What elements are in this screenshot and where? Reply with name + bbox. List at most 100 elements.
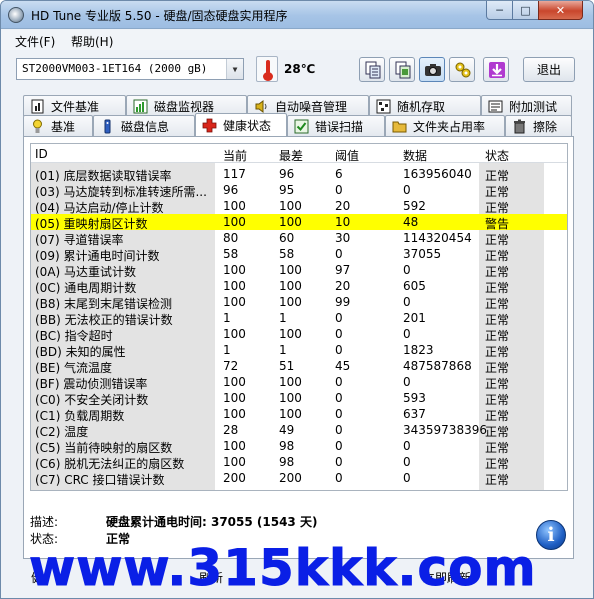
info-icon[interactable]: i	[536, 520, 566, 550]
cell-threshold: 6	[335, 167, 343, 181]
table-row[interactable]: (09) 累计通电时间计数 58 58 0 37055 正常	[31, 246, 567, 263]
table-row[interactable]: (B8) 末尾到末尾错误检测 100 100 99 0 正常	[31, 294, 567, 311]
menu-file[interactable]: 文件(F)	[15, 33, 55, 50]
table-row[interactable]: (C1) 负载周期数 100 100 0 637 正常	[31, 406, 567, 423]
cell-worst: 100	[279, 215, 302, 229]
cell-worst: 1	[279, 311, 287, 325]
cell-threshold: 0	[335, 439, 343, 453]
error-scan-icon	[294, 119, 309, 134]
header-id[interactable]: ID	[35, 147, 48, 161]
cell-data: 48	[403, 215, 419, 229]
drive-select[interactable]: ST2000VM003-1ET164 (2000 gB) ▼	[16, 58, 244, 80]
maximize-button[interactable]: □	[512, 1, 539, 20]
tab-label: 文件夹占用率	[413, 119, 486, 134]
cell-worst: 51	[279, 359, 295, 373]
cell-worst: 100	[279, 279, 302, 293]
app-window: HD Tune 专业版 5.50 - 硬盘/固态硬盘实用程序 ─ □ ✕ 文件(…	[0, 0, 594, 599]
tab-label: 文件基准	[51, 99, 100, 114]
cell-threshold: 0	[335, 391, 343, 405]
cell-current: 100	[223, 455, 246, 469]
tab-benchmark[interactable]: 基准	[23, 115, 93, 136]
table-row-warning[interactable]: (05) 重映射扇区计数 100 100 10 48 警告	[31, 214, 567, 231]
health-panel: ID 当前 最差 阈值 数据 状态 (01) 底层数据读取错误率 117 96 6 16…	[23, 136, 574, 559]
cell-worst: 100	[279, 327, 302, 341]
cell-data: 0	[403, 439, 411, 453]
temperature-readout: 28℃	[284, 62, 316, 76]
minimize-button[interactable]: ─	[486, 1, 513, 20]
title-bar: HD Tune 专业版 5.50 - 硬盘/固态硬盘实用程序 ─ □ ✕	[1, 1, 593, 29]
tab-extra-tests[interactable]: 附加测试	[481, 95, 572, 116]
cell-worst: 1	[279, 343, 287, 357]
table-row[interactable]: (04) 马达启动/停止计数 100 100 20 592 正常	[31, 198, 567, 215]
table-row[interactable]: (C2) 温度 28 49 0 34359738396 正常	[31, 422, 567, 439]
table-row[interactable]: (C0) 不安全关闭计数 100 100 0 593 正常	[31, 390, 567, 407]
close-button[interactable]: ✕	[538, 1, 583, 20]
table-row[interactable]: (BE) 气流温度 72 51 45 487587868 正常	[31, 358, 567, 375]
table-row[interactable]: (C7) CRC 接口错误计数 200 200 0 0 正常	[31, 470, 567, 487]
tab-disk-info[interactable]: 磁盘信息	[93, 115, 195, 136]
cell-worst: 100	[279, 199, 302, 213]
tab-row-bottom: 基准 磁盘信息 健康状态 错误扫描 文件夹占用率 擦除	[23, 113, 572, 136]
cell-threshold: 0	[335, 183, 343, 197]
table-row[interactable]: (0A) 马达重试计数 100 100 97 0 正常	[31, 262, 567, 279]
cell-data: 201	[403, 311, 426, 325]
table-row[interactable]: (0C) 通电周期计数 100 100 20 605 正常	[31, 278, 567, 295]
cell-threshold: 97	[335, 263, 351, 277]
table-row[interactable]: (BF) 震动侦测错误率 100 100 0 0 正常	[31, 374, 567, 391]
cell-worst: 60	[279, 231, 295, 245]
screenshot-button[interactable]	[419, 57, 445, 82]
thermometer-icon	[256, 56, 278, 82]
table-row[interactable]: (07) 寻道错误率 80 60 30 114320454 正常	[31, 230, 567, 247]
cell-data: 0	[403, 183, 411, 197]
table-header: ID 当前 最差 阈值 数据 状态	[31, 144, 567, 163]
table-row[interactable]: (C6) 脱机无法纠正的扇区数 100 98 0 0 正常	[31, 454, 567, 471]
drive-select-value: ST2000VM003-1ET164 (2000 gB)	[22, 62, 208, 75]
options-button[interactable]	[449, 57, 475, 82]
exit-button[interactable]: 退出	[523, 57, 575, 82]
cell-data: 487587868	[403, 359, 472, 373]
tab-folder-usage[interactable]: 文件夹占用率	[385, 115, 505, 136]
tab-error-scan[interactable]: 错误扫描	[287, 115, 385, 136]
tab-label: 错误扫描	[315, 119, 364, 134]
table-row[interactable]: (BC) 指令超时 100 100 0 0 正常	[31, 326, 567, 343]
cell-threshold: 0	[335, 375, 343, 389]
copy-text-button[interactable]	[359, 57, 385, 82]
cell-threshold: 30	[335, 231, 351, 245]
cell-data: 637	[403, 407, 426, 421]
chevron-down-icon[interactable]: ▼	[226, 59, 243, 79]
extra-tests-icon	[488, 99, 503, 114]
table-row[interactable]: (01) 底层数据读取错误率 117 96 6 163956040 正常	[31, 166, 567, 183]
table-row[interactable]: (03) 马达旋转到标准转速所需... 96 95 0 0 正常	[31, 182, 567, 199]
cell-data: 0	[403, 263, 411, 277]
save-button[interactable]	[483, 57, 509, 82]
smart-table[interactable]: ID 当前 最差 阈值 数据 状态 (01) 底层数据读取错误率 117 96 6 16…	[30, 143, 568, 491]
header-current[interactable]: 当前	[223, 147, 247, 164]
tab-row-top: 文件基准 磁盘监视器 自动噪音管理 随机存取 附加测试	[23, 95, 572, 116]
menu-bar: 文件(F) 帮助(H)	[1, 30, 593, 50]
header-data[interactable]: 数据	[403, 147, 427, 164]
header-status[interactable]: 状态	[485, 147, 509, 164]
tab-label: 自动噪音管理	[275, 99, 348, 114]
cell-worst: 100	[279, 263, 302, 277]
tab-random-access[interactable]: 随机存取	[369, 95, 481, 116]
cell-current: 1	[223, 343, 231, 357]
tab-health[interactable]: 健康状态	[195, 113, 287, 136]
tab-label: 基准	[51, 119, 76, 134]
tab-erase[interactable]: 擦除	[505, 115, 572, 136]
copy-screen-button[interactable]	[389, 57, 415, 82]
cell-current: 80	[223, 231, 239, 245]
menu-help[interactable]: 帮助(H)	[71, 33, 113, 50]
header-worst[interactable]: 最差	[279, 147, 303, 164]
table-row[interactable]: (BD) 未知的属性 1 1 0 1823 正常	[31, 342, 567, 359]
copy-text-icon	[365, 61, 381, 79]
cell-current: 72	[223, 359, 239, 373]
cell-threshold: 0	[335, 311, 343, 325]
header-threshold[interactable]: 阈值	[335, 147, 359, 164]
cell-worst: 96	[279, 167, 295, 181]
cell-threshold: 0	[335, 247, 343, 261]
tab-file-benchmark[interactable]: 文件基准	[23, 95, 126, 116]
cell-data: 593	[403, 391, 426, 405]
table-row[interactable]: (BB) 无法校正的错误计数 1 1 0 201 正常	[31, 310, 567, 327]
table-row[interactable]: (C5) 当前待映射的扇区数 100 98 0 0 正常	[31, 438, 567, 455]
cell-threshold: 0	[335, 343, 343, 357]
